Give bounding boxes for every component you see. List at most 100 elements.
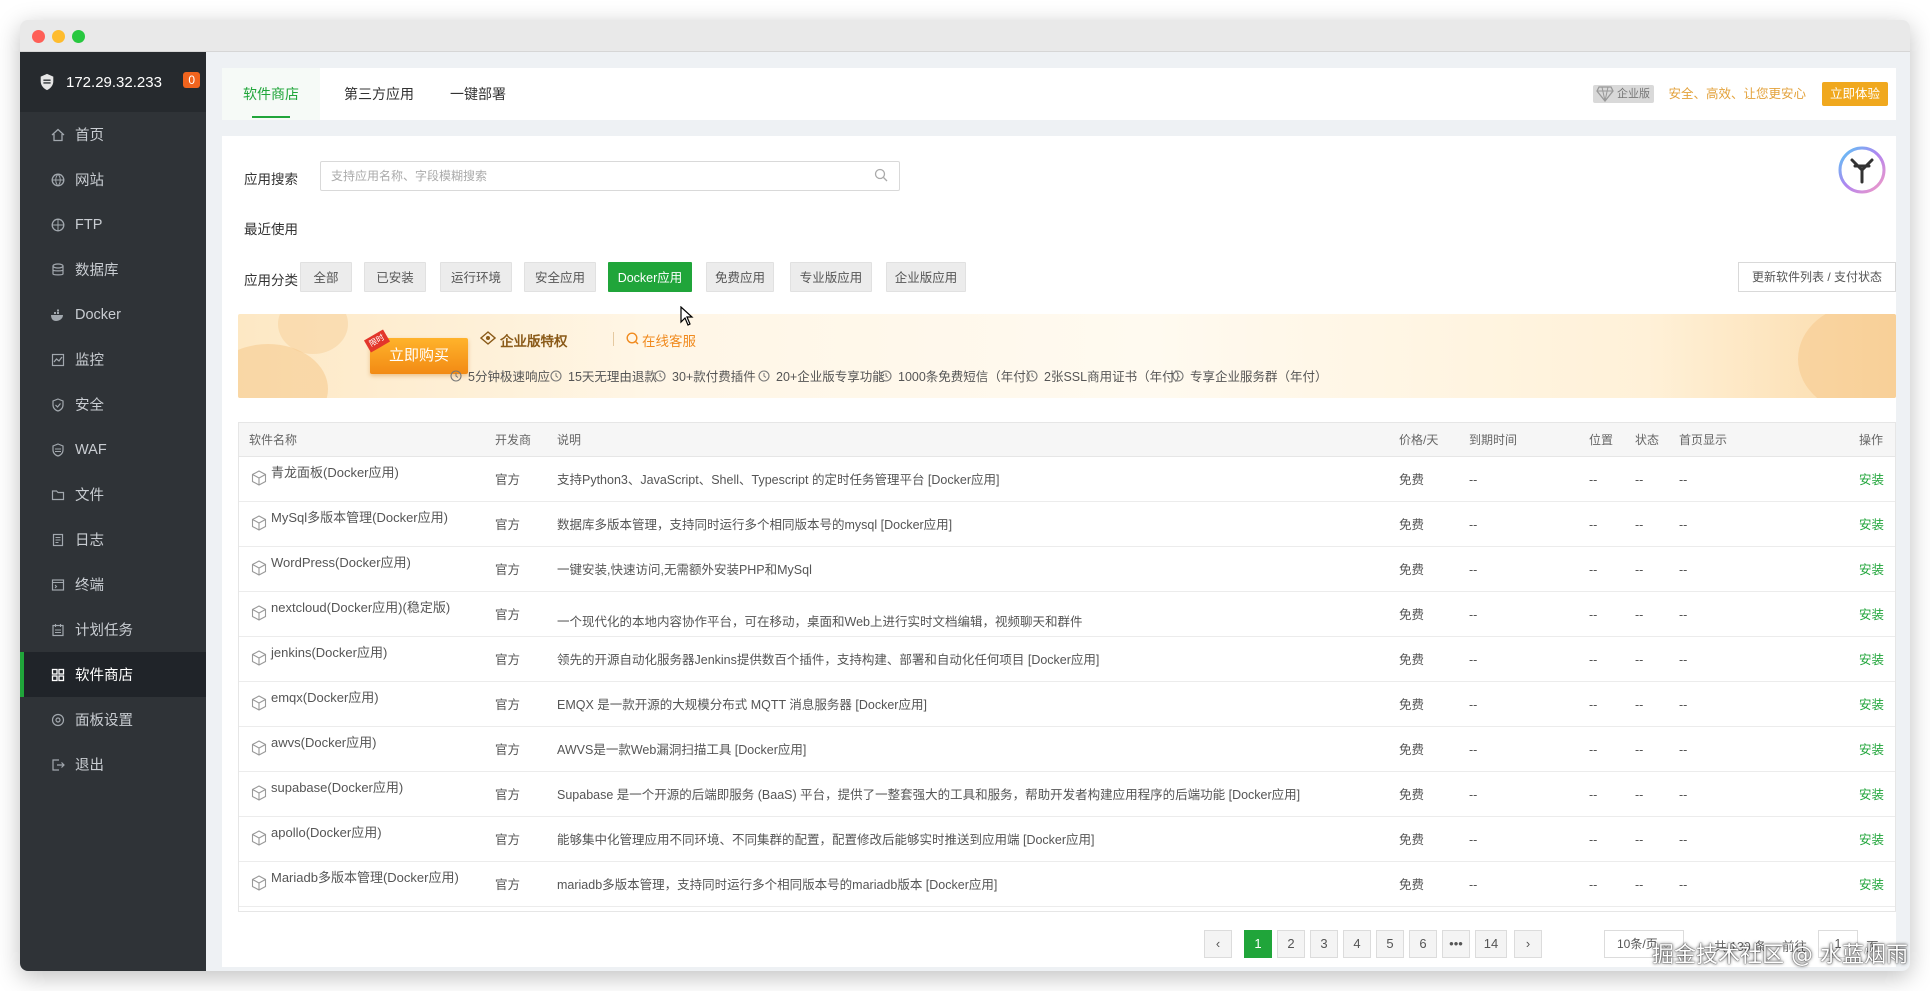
sidebar-item-label: Docker (75, 306, 121, 323)
page-button-2[interactable]: 3 (1310, 930, 1338, 958)
page-button-7[interactable]: 14 (1475, 930, 1507, 958)
grid-icon (50, 667, 65, 682)
online-service-link[interactable]: 在线客服 (642, 330, 696, 350)
home-display: -- (1679, 878, 1688, 892)
sidebar-item-14[interactable]: 退出 (20, 742, 206, 787)
package-icon (251, 830, 267, 846)
sidebar-item-label: 监控 (75, 353, 104, 369)
install-link[interactable]: 安装 (1859, 472, 1884, 488)
sidebar-item-7[interactable]: WAF (20, 427, 206, 472)
maximize-window-button[interactable] (72, 30, 85, 43)
update-software-list-button[interactable]: 更新软件列表 / 支付状态 (1738, 262, 1896, 292)
position: -- (1589, 473, 1598, 487)
software-name: nextcloud(Docker应用)(稳定版) (271, 600, 451, 615)
sidebar-item-3[interactable]: 数据库 (20, 247, 206, 292)
sidebar-item-2[interactable]: FTP (20, 202, 206, 247)
sidebar-item-label: 安全 (75, 398, 104, 414)
try-now-button[interactable]: 立即体验 (1821, 82, 1888, 106)
install-link[interactable]: 安装 (1859, 607, 1884, 623)
install-link[interactable]: 安装 (1859, 877, 1884, 893)
diamond-icon (1596, 86, 1614, 102)
table-row[interactable]: nextcloud(Docker应用)(稳定版) 官方 一个现代化的本地内容协作平台… (239, 592, 1895, 637)
table-row[interactable]: awvs(Docker应用) 官方 AWVS是一款Web漏洞扫描工具 [Docker… (239, 727, 1895, 772)
brand-logo-icon[interactable] (1838, 146, 1886, 194)
page-button-0[interactable]: 1 (1244, 930, 1272, 958)
col-price: 价格/天 (1399, 433, 1439, 447)
table-row[interactable]: jenkins(Docker应用) 官方 领先的开源自动化服务器Jenkins提供数… (239, 637, 1895, 682)
sidebar-host-header[interactable]: 172.29.32.233 0 (20, 52, 206, 112)
next-page-button[interactable]: › (1514, 930, 1542, 958)
category-button-5[interactable]: 免费应用 (706, 262, 774, 292)
table-row[interactable]: WordPress(Docker应用) 官方 一键安装,快速访问,无需额外安装PHP… (239, 547, 1895, 592)
app-window: 172.29.32.233 0 首页 网站 FTP 数据库 Docker 监控安全 WAF 文… (20, 20, 1910, 971)
home-display: -- (1679, 653, 1688, 667)
install-link[interactable]: 安装 (1859, 787, 1884, 803)
description: AWVS是一款Web漏洞扫描工具 [Docker应用] (557, 743, 807, 757)
sidebar-item-6[interactable]: 安全 (20, 382, 206, 427)
install-link[interactable]: 安装 (1859, 517, 1884, 533)
sidebar-item-13[interactable]: 面板设置 (20, 697, 206, 742)
minimize-window-button[interactable] (52, 30, 65, 43)
server-shield-icon (40, 73, 54, 91)
category-button-1[interactable]: 已安装 (364, 262, 426, 292)
sidebar-item-10[interactable]: 终端 (20, 562, 206, 607)
price: 免费 (1399, 473, 1425, 487)
banner-decoration (1798, 314, 1896, 398)
sidebar-item-1[interactable]: 网站 (20, 157, 206, 202)
category-button-6[interactable]: 专业版应用 (790, 262, 872, 292)
install-link[interactable]: 安装 (1859, 832, 1884, 848)
install-link[interactable]: 安装 (1859, 697, 1884, 713)
status: -- (1635, 698, 1644, 712)
tab-third-party[interactable]: 第三方应用 (334, 68, 424, 120)
status: -- (1635, 608, 1644, 622)
page-button-6[interactable]: ••• (1442, 930, 1470, 958)
search-icon[interactable] (874, 168, 888, 182)
close-window-button[interactable] (32, 30, 45, 43)
col-position: 位置 (1589, 433, 1614, 447)
price: 免费 (1399, 743, 1425, 757)
prev-page-button[interactable]: ‹ (1204, 930, 1232, 958)
table-row[interactable]: emqx(Docker应用) 官方 EMQX 是一款开源的大规模分布式 MQTT 消… (239, 682, 1895, 727)
category-button-7[interactable]: 企业版应用 (886, 262, 966, 292)
page-button-3[interactable]: 4 (1343, 930, 1371, 958)
sidebar-item-9[interactable]: 日志 (20, 517, 206, 562)
position: -- (1589, 878, 1598, 892)
install-link[interactable]: 安装 (1859, 742, 1884, 758)
sidebar-item-8[interactable]: 文件 (20, 472, 206, 517)
page-button-5[interactable]: 6 (1409, 930, 1437, 958)
sidebar-item-11[interactable]: 计划任务 (20, 607, 206, 652)
table-row[interactable]: supabase(Docker应用) 官方 Supabase 是一个开源的后端即服务… (239, 772, 1895, 817)
table-row[interactable]: 青龙面板(Docker应用) 官方 支持Python3、JavaScript、She… (239, 457, 1895, 502)
install-link[interactable]: 安装 (1859, 562, 1884, 578)
home-display: -- (1679, 833, 1688, 847)
price: 免费 (1399, 833, 1425, 847)
install-link[interactable]: 安装 (1859, 652, 1884, 668)
category-button-2[interactable]: 运行环境 (440, 262, 512, 292)
category-button-4[interactable]: Docker应用 (608, 262, 692, 292)
category-button-3[interactable]: 安全应用 (524, 262, 596, 292)
notification-badge[interactable]: 0 (183, 72, 200, 88)
sidebar-item-5[interactable]: 监控 (20, 337, 206, 382)
expire-time: -- (1469, 608, 1478, 622)
table-row[interactable]: MySql多版本管理(Docker应用) 官方 数据库多版本管理，支持同时运行多个相… (239, 502, 1895, 547)
package-icon (251, 650, 267, 666)
banner-feature-4: 1000条免费短信（年付） (880, 366, 1038, 385)
description: mariadb多版本管理，支持同时运行多个相同版本号的mariadb版本 [Do… (557, 878, 998, 892)
status: -- (1635, 473, 1644, 487)
page-button-1[interactable]: 2 (1277, 930, 1305, 958)
status: -- (1635, 518, 1644, 532)
globe-icon (50, 172, 65, 187)
col-description: 说明 (557, 433, 582, 447)
page-button-4[interactable]: 5 (1376, 930, 1404, 958)
table-row[interactable]: Mariadb多版本管理(Docker应用) 官方 mariadb多版本管理，支持同… (239, 862, 1895, 907)
category-button-0[interactable]: 全部 (300, 262, 352, 292)
sidebar-item-0[interactable]: 首页 (20, 112, 206, 157)
terminal-icon (50, 577, 65, 592)
mail-icon (880, 369, 892, 382)
sidebar-item-4[interactable]: Docker (20, 292, 206, 337)
table-row[interactable]: apollo(Docker应用) 官方 能够集中化管理应用不同环境、不同集群的配置，… (239, 817, 1895, 862)
tab-software-store[interactable]: 软件商店 (222, 68, 320, 120)
sidebar-item-12[interactable]: 软件商店 (20, 652, 206, 697)
tab-one-click-deploy[interactable]: 一键部署 (438, 68, 518, 120)
search-input[interactable]: 支持应用名称、字段模糊搜索 (320, 161, 900, 191)
